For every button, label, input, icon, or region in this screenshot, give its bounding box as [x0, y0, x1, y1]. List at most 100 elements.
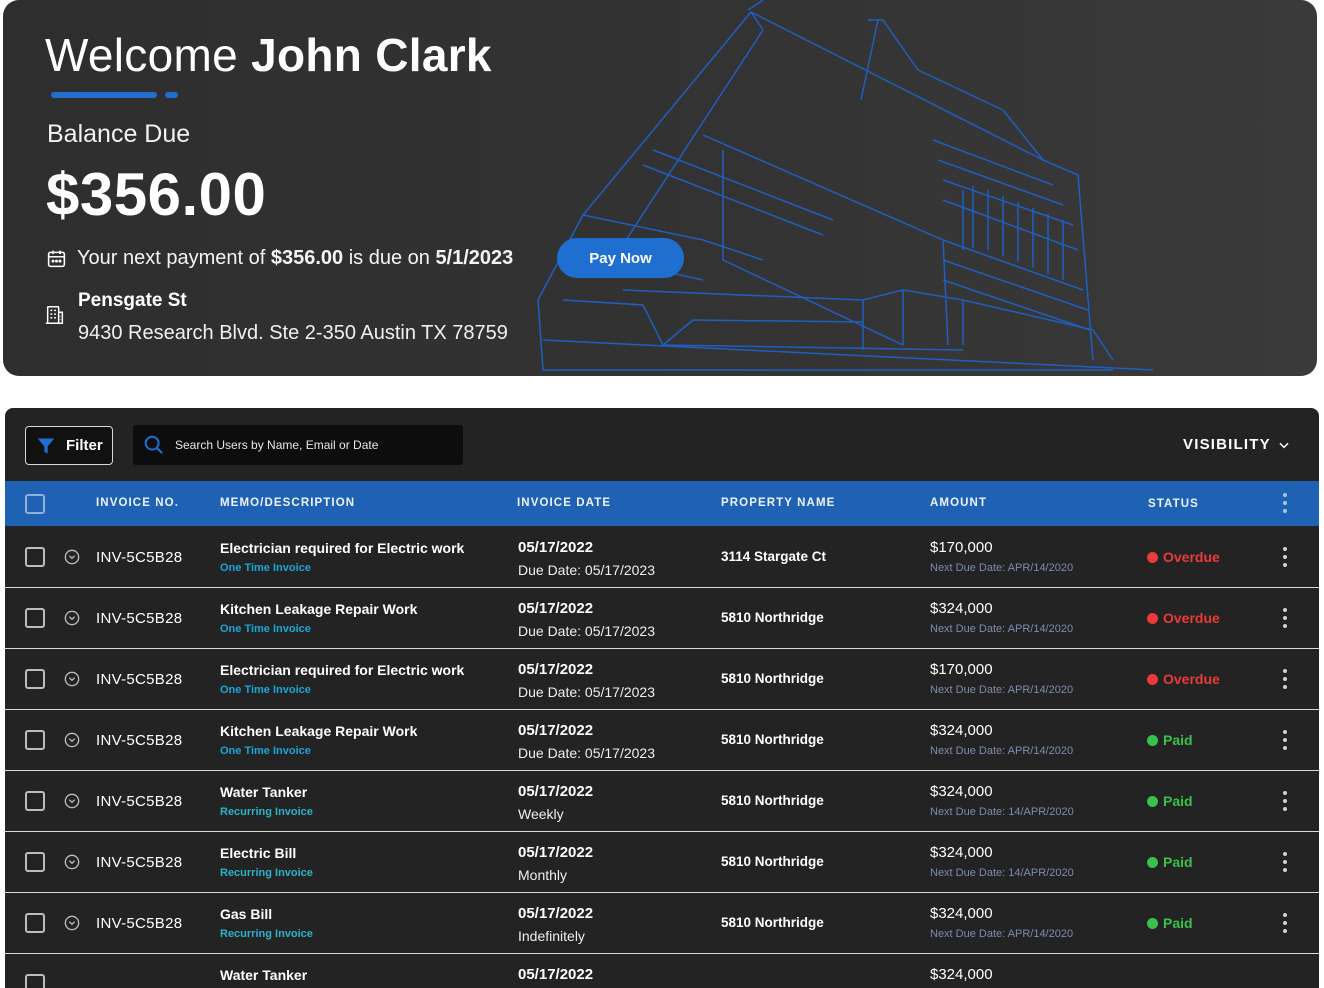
property-name: 5810 Northridge — [721, 793, 824, 808]
invoice-number[interactable]: INV-5C5B28 — [96, 549, 182, 566]
visibility-label: VISIBILITY — [1183, 436, 1271, 453]
search-input[interactable] — [175, 438, 445, 452]
invoice-date: 05/17/2022 — [518, 966, 594, 983]
expand-icon[interactable] — [64, 671, 80, 687]
row-checkbox[interactable] — [25, 547, 45, 567]
next-due-date: Next Due Date: APR/14/2020 — [930, 928, 1074, 940]
table-header: INVOICE NO. MEMO/DESCRIPTION INVOICE DAT… — [5, 481, 1319, 526]
memo-title: Water Tanker — [220, 784, 308, 800]
memo-title: Kitchen Leakage Repair Work — [220, 723, 418, 739]
memo-title: Electric Bill — [220, 845, 297, 861]
memo-type: Recurring Invoice — [220, 806, 313, 818]
row-checkbox[interactable] — [25, 791, 45, 811]
status-badge: Overdue — [1147, 610, 1220, 626]
status-dot-icon — [1147, 734, 1158, 746]
invoice-number[interactable]: INV-5C5B28 — [96, 915, 182, 932]
row-more-vertical-icon[interactable] — [1283, 852, 1287, 876]
pay-now-button[interactable]: Pay Now — [557, 238, 684, 278]
heading-underline-long — [51, 92, 157, 98]
select-all-checkbox[interactable] — [25, 494, 45, 514]
property-address: 9430 Research Blvd. Ste 2-350 Austin TX … — [78, 322, 508, 344]
due-date: Weekly — [518, 806, 564, 822]
row-more-vertical-icon[interactable] — [1283, 791, 1287, 815]
invoice-number[interactable]: INV-5C5B28 — [96, 610, 182, 627]
header-memo[interactable]: MEMO/DESCRIPTION — [220, 481, 355, 526]
search-box — [133, 425, 463, 465]
expand-icon[interactable] — [64, 732, 80, 748]
row-checkbox[interactable] — [25, 608, 45, 628]
table-row: INV-5C5B28 Electrician required for Elec… — [5, 527, 1319, 588]
memo-type: One Time Invoice — [220, 684, 311, 696]
memo-title: Electrician required for Electric work — [220, 662, 465, 678]
status-badge: Paid — [1147, 793, 1193, 809]
memo-title: Gas Bill — [220, 906, 273, 922]
expand-icon[interactable] — [64, 854, 80, 870]
welcome-prefix: Welcome — [45, 29, 238, 81]
header-more-vertical-icon[interactable] — [1283, 493, 1287, 517]
row-checkbox[interactable] — [25, 669, 45, 689]
status-dot-icon — [1147, 856, 1158, 868]
next-payment-date: 5/1/2023 — [435, 247, 514, 269]
next-payment-notice: Your next payment of $356.00 is due on 5… — [46, 247, 513, 270]
memo-type: Recurring Invoice — [220, 867, 313, 879]
row-checkbox[interactable] — [25, 852, 45, 872]
expand-icon[interactable] — [64, 549, 80, 565]
header-amount[interactable]: AMOUNT — [930, 481, 987, 526]
next-due-date: Next Due Date: 14/APR/2020 — [930, 867, 1074, 879]
amount: $324,000 — [930, 722, 993, 739]
memo-type: One Time Invoice — [220, 623, 311, 635]
table-row: Water Tanker 05/17/2022 $324,000 — [5, 954, 1319, 988]
search-icon — [144, 435, 163, 454]
table-row: INV-5C5B28 Electric Bill Recurring Invoi… — [5, 832, 1319, 893]
status-dot-icon — [1147, 673, 1158, 685]
header-property-name[interactable]: PROPERTY NAME — [721, 481, 835, 526]
row-more-vertical-icon[interactable] — [1283, 913, 1287, 937]
invoice-number[interactable]: INV-5C5B28 — [96, 793, 182, 810]
property-name: 5810 Northridge — [721, 671, 824, 686]
row-checkbox[interactable] — [25, 730, 45, 750]
heading-underline-short — [165, 92, 178, 98]
filter-button[interactable]: Filter — [25, 426, 113, 465]
amount: $324,000 — [930, 844, 993, 861]
row-more-vertical-icon[interactable] — [1283, 730, 1287, 754]
invoice-number[interactable]: INV-5C5B28 — [96, 671, 182, 688]
due-date: Indefinitely — [518, 928, 585, 944]
welcome-banner: Welcome John Clark Balance Due $356.00 Y… — [3, 0, 1317, 376]
next-payment-text: Your next payment of $356.00 is due on 5… — [77, 247, 513, 270]
visibility-dropdown[interactable]: VISIBILITY — [1183, 436, 1291, 453]
header-invoice-date[interactable]: INVOICE DATE — [517, 481, 611, 526]
invoice-number[interactable]: INV-5C5B28 — [96, 854, 182, 871]
table-row: INV-5C5B28 Water Tanker Recurring Invoic… — [5, 771, 1319, 832]
invoice-date: 05/17/2022 — [518, 539, 594, 556]
row-more-vertical-icon[interactable] — [1283, 608, 1287, 632]
table-row: INV-5C5B28 Kitchen Leakage Repair Work O… — [5, 710, 1319, 771]
expand-icon[interactable] — [64, 793, 80, 809]
due-date: Monthly — [518, 867, 568, 883]
header-status[interactable]: STATUS — [1148, 482, 1199, 527]
amount: $324,000 — [930, 905, 993, 922]
next-due-date: Next Due Date: 14/APR/2020 — [930, 806, 1074, 818]
status-label: Paid — [1163, 854, 1193, 870]
due-date: Due Date: 05/17/2023 — [518, 684, 655, 700]
balance-label: Balance Due — [47, 120, 191, 148]
invoice-number[interactable]: INV-5C5B28 — [96, 732, 182, 749]
status-badge: Paid — [1147, 854, 1193, 870]
header-invoice-no[interactable]: INVOICE NO. — [96, 481, 179, 526]
row-more-vertical-icon[interactable] — [1283, 669, 1287, 693]
expand-icon[interactable] — [64, 915, 80, 931]
amount: $324,000 — [930, 600, 993, 617]
row-checkbox[interactable] — [25, 913, 45, 933]
invoice-date: 05/17/2022 — [518, 783, 594, 800]
status-dot-icon — [1147, 612, 1158, 624]
status-label: Overdue — [1163, 671, 1220, 687]
memo-type: Recurring Invoice — [220, 928, 313, 940]
amount: $170,000 — [930, 539, 993, 556]
invoice-table-panel: Filter VISIBILITY INVOICE NO. MEMO/DESCR… — [5, 408, 1319, 988]
expand-icon[interactable] — [64, 610, 80, 626]
next-payment-amount: $356.00 — [270, 247, 344, 269]
row-more-vertical-icon[interactable] — [1283, 547, 1287, 571]
row-checkbox[interactable] — [25, 974, 45, 988]
table-row: INV-5C5B28 Kitchen Leakage Repair Work O… — [5, 588, 1319, 649]
status-dot-icon — [1147, 551, 1158, 563]
memo-type: One Time Invoice — [220, 745, 311, 757]
